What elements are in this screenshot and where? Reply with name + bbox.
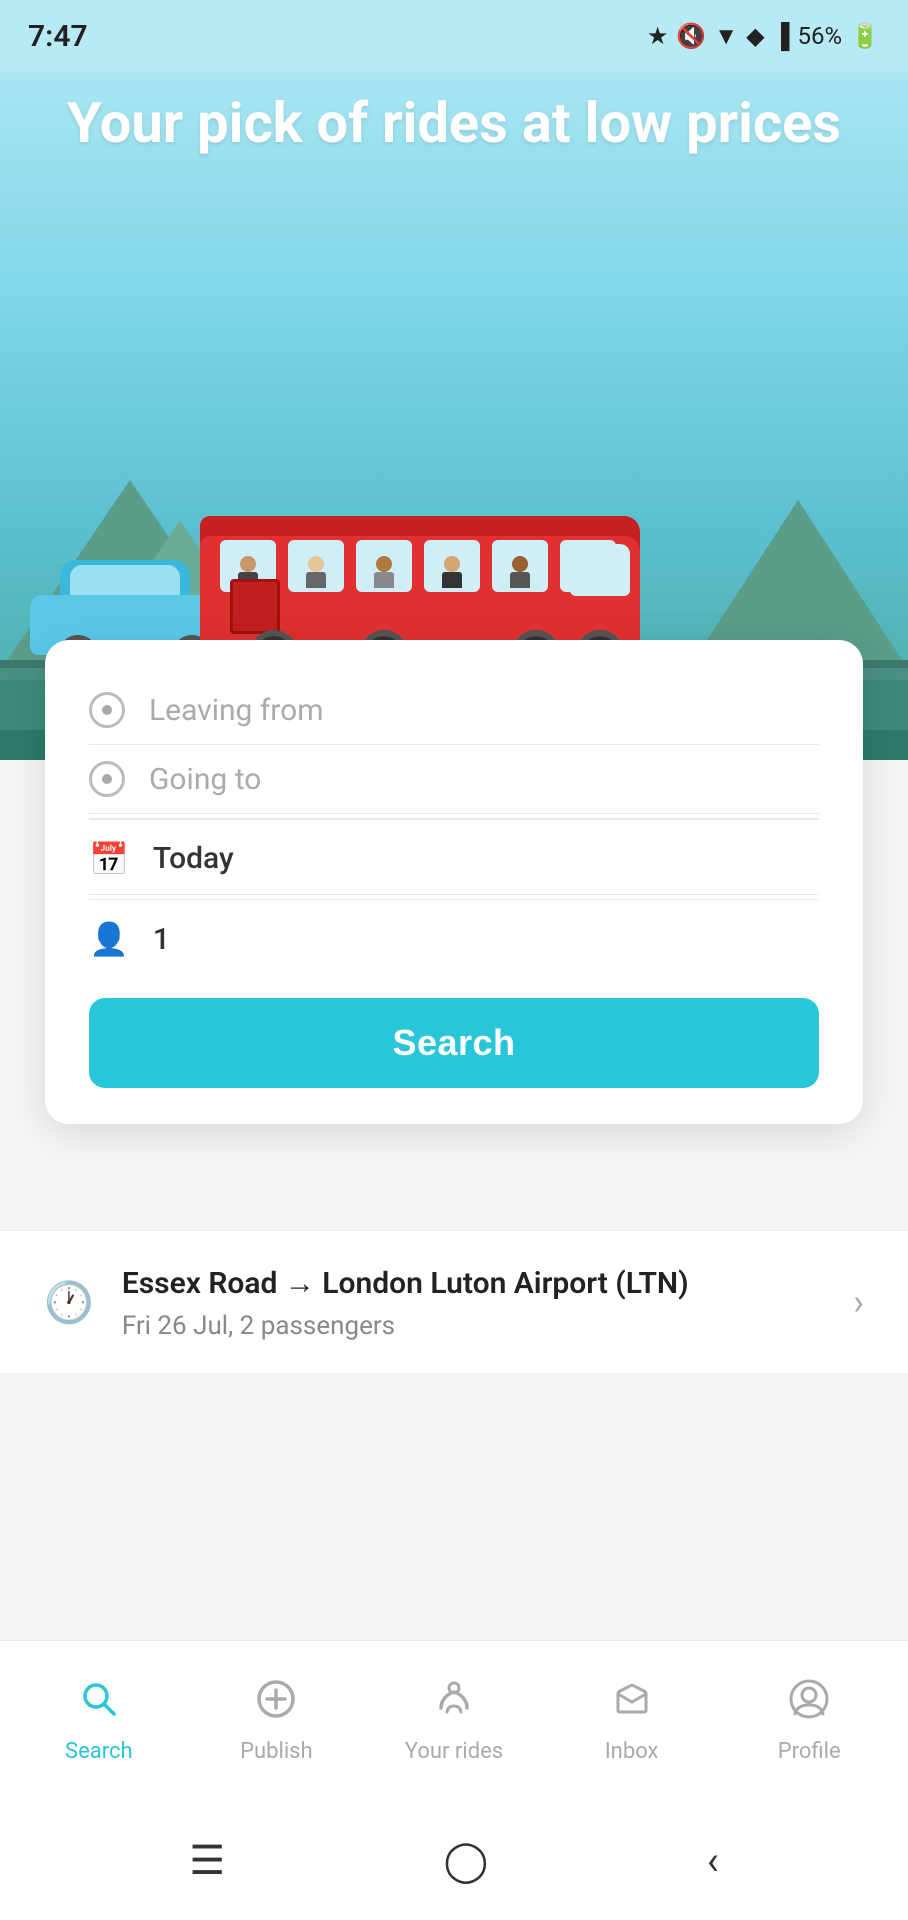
divider-1 [89,818,819,820]
nav-item-inbox[interactable]: Inbox [543,1668,721,1774]
battery-icon: 🔋 [850,22,880,50]
bus-door [230,579,280,634]
nav-item-profile[interactable]: Profile [720,1668,898,1774]
recent-ride[interactable]: 🕐 Essex Road → London Luton Airport (LTN… [0,1230,908,1373]
bottom-nav: Search Publish Your rides [0,1640,908,1800]
bus-front-window [570,544,630,596]
android-menu-btn[interactable]: ☰ [189,1837,225,1884]
status-bar: 7:47 ★ 🔇 ▼ ◆ ▐ 56% 🔋 [0,0,908,72]
inbox-nav-label: Inbox [605,1739,659,1764]
date-field[interactable]: 📅 Today [89,824,819,895]
calendar-icon: 📅 [89,840,129,878]
going-to-label: Going to [149,762,261,797]
bus-window-2 [288,540,344,592]
recent-ride-details: Fri 26 Jul, 2 passengers [122,1311,825,1341]
bus-window-3 [356,540,412,592]
publish-nav-icon [255,1678,297,1731]
android-back-btn[interactable]: ‹ [707,1837,719,1884]
going-to-icon [89,761,125,797]
hero-title: Your pick of rides at low prices [0,90,908,157]
recent-ride-route: Essex Road → London Luton Airport (LTN) [122,1263,825,1305]
wifi-icon: ◆ [746,22,764,50]
status-time: 7:47 [28,19,88,54]
passengers-field[interactable]: 👤 1 [89,904,819,974]
your-rides-nav-icon [433,1678,475,1731]
bluetooth-icon: ★ [647,22,669,50]
your-rides-nav-label: Your rides [405,1739,503,1764]
location-icon: ▼ [714,22,738,51]
divider-2 [89,899,819,901]
bus-window-4 [424,540,480,592]
bus-window-5 [492,540,548,592]
nav-item-your-rides[interactable]: Your rides [365,1668,543,1774]
going-to-field[interactable]: Going to [89,745,819,814]
passengers-count: 1 [153,922,170,957]
battery-percent: 56% [798,22,843,50]
publish-nav-label: Publish [240,1739,313,1764]
leaving-from-field[interactable]: Leaving from [89,676,819,745]
search-button[interactable]: Search [89,998,819,1088]
search-card: Leaving from Going to 📅 Today 👤 1 Search [45,640,863,1124]
leaving-from-label: Leaving from [149,693,324,728]
recent-ride-icon: 🕐 [44,1279,94,1326]
status-icons: ★ 🔇 ▼ ◆ ▐ 56% 🔋 [647,22,880,51]
profile-nav-label: Profile [778,1739,841,1764]
android-nav-bar: ☰ ◯ ‹ [0,1800,908,1920]
inbox-nav-icon [611,1678,653,1731]
bus-windows [220,536,620,596]
signal-icon: ▐ [773,22,790,51]
nav-item-publish[interactable]: Publish [188,1668,366,1774]
date-label: Today [153,841,234,876]
nav-item-search[interactable]: Search [10,1668,188,1774]
profile-nav-icon [788,1678,830,1731]
sound-icon: 🔇 [676,22,706,50]
android-home-btn[interactable]: ◯ [444,1837,489,1884]
search-nav-label: Search [65,1739,133,1764]
search-nav-icon [78,1678,120,1731]
passengers-icon: 👤 [89,920,129,958]
recent-ride-arrow: › [853,1281,864,1323]
leaving-from-icon [89,692,125,728]
recent-ride-info: Essex Road → London Luton Airport (LTN) … [122,1263,825,1341]
